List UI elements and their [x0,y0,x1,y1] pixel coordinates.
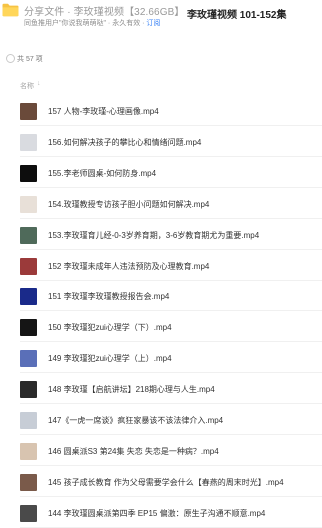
file-row[interactable]: 147《一虎一席谈》疯狂家暴该不该法律介入.mp4 [0,405,322,435]
file-name: 156.如何解决孩子的攀比心和情绪问题.mp4 [48,137,202,147]
video-thumbnail [20,226,37,244]
row-divider [20,464,322,466]
row-divider [20,434,322,435]
file-row[interactable]: 150 李玫瑾犯zui心理学（下）.mp4 [0,312,322,343]
row-divider [20,403,322,405]
row-divider [20,279,322,281]
subscribe-link[interactable]: 订阅 [146,20,160,27]
file-name: 154.玫瑾教授专访孩子胆小问题如何解决.mp4 [48,199,210,209]
video-thumbnail [20,133,37,151]
file-row[interactable]: 151 李玫瑾李玫瑾教授报告会.mp4 [0,281,322,312]
file-name: 145 孩子成长教育 作为父母需要学会什么【春燕的周末时光】.mp4 [48,477,284,487]
video-thumbnail [20,442,37,460]
video-thumbnail [20,164,37,182]
row-divider [20,372,322,374]
file-name: 149 李玫瑾犯zui心理学（上）.mp4 [48,354,172,364]
row-divider [20,217,322,219]
video-thumbnail [20,195,37,213]
row-divider [20,155,322,157]
video-thumbnail [20,412,37,429]
row-divider [20,248,322,250]
file-name: 147《一虎一席谈》疯狂家暴该不该法律介入.mp4 [48,416,224,425]
file-row[interactable]: 156.如何解决孩子的攀比心和情绪问题.mp4 [0,127,322,157]
row-divider [20,310,322,312]
file-name: 150 李玫瑾犯zui心理学（下）.mp4 [48,323,172,333]
file-name: 157 人物-李玫瑾-心理画像.mp4 [48,107,159,116]
row-divider [20,186,322,188]
select-all-row: 共 57 项 [0,52,322,66]
sort-arrow-icon[interactable]: ↓ [37,80,41,87]
name-column-header[interactable]: 名称 [20,81,34,91]
video-thumbnail [20,103,37,120]
folder-icon [2,3,19,17]
video-thumbnail [20,473,37,491]
breadcrumb[interactable]: 分享文件 · 李玫瑾视频【32.66GB】 [24,3,184,18]
file-name: 148 李玫瑾【启航讲坛】218期心理与人生.mp4 [48,385,215,395]
file-row[interactable]: 145 孩子成长教育 作为父母需要学会什么【春燕的周末时光】.mp4 [0,467,322,497]
file-row[interactable]: 146 圆桌派S3 第24集 失恋 失恋是一种病？.mp4 [0,436,322,466]
file-row[interactable]: 153.李玫瑾育儿经-0-3岁养育期，3-6岁教育期尤为重要.mp4 [0,220,322,250]
video-thumbnail [20,350,37,368]
row-divider [20,341,322,343]
file-row[interactable]: 154.玫瑾教授专访孩子胆小问题如何解决.mp4 [0,189,322,219]
video-thumbnail [20,381,37,399]
file-name: 152 李玫瑾未成年人违法预防及心理教育.mp4 [48,261,210,271]
video-thumbnail [20,288,37,306]
file-name: 151 李玫瑾李玫瑾教授报告会.mp4 [48,292,170,302]
file-name: 146 圆桌派S3 第24集 失恋 失恋是一种病？.mp4 [48,446,219,456]
video-thumbnail [20,504,37,522]
share-header: 分享文件 · 李玫瑾视频【32.66GB】 李玫瑾视频 101-152集 同鱼推… [0,0,322,38]
file-row[interactable]: 157 人物-李玫瑾-心理画像.mp4 [0,96,322,126]
file-row[interactable]: 149 李玫瑾犯zui心理学（上）.mp4 [0,343,322,374]
item-count: 共 57 项 [17,56,43,63]
video-thumbnail [20,319,37,337]
video-thumbnail [20,257,37,275]
column-header: 名称 ↓ [0,79,322,93]
file-name: 153.李玫瑾育儿经-0-3岁养育期，3-6岁教育期尤为重要.mp4 [48,230,260,240]
row-divider [20,125,322,126]
file-row[interactable]: 144 李玫瑾圆桌派第四季 EP15 偏激：原生子沟通不顺意.mp4 [0,498,322,528]
row-divider [20,495,322,497]
file-row[interactable]: 155.李老师圆桌-如何防身.mp4 [0,158,322,188]
file-row[interactable]: 148 李玫瑾【启航讲坛】218期心理与人生.mp4 [0,374,322,405]
select-all-checkbox[interactable] [6,54,15,63]
file-row[interactable]: 152 李玫瑾未成年人违法预防及心理教育.mp4 [0,251,322,281]
share-info: 同鱼推用户"你说我萌萌哒" · 永久有效 · 订阅 [24,18,160,28]
file-name: 144 李玫瑾圆桌派第四季 EP15 偏激：原生子沟通不顺意.mp4 [48,508,266,518]
share-info-text: 同鱼推用户"你说我萌萌哒" · 永久有效 · [24,20,147,27]
page-title: 李玫瑾视频 101-152集 [187,10,287,21]
file-name: 155.李老师圆桌-如何防身.mp4 [48,168,157,178]
